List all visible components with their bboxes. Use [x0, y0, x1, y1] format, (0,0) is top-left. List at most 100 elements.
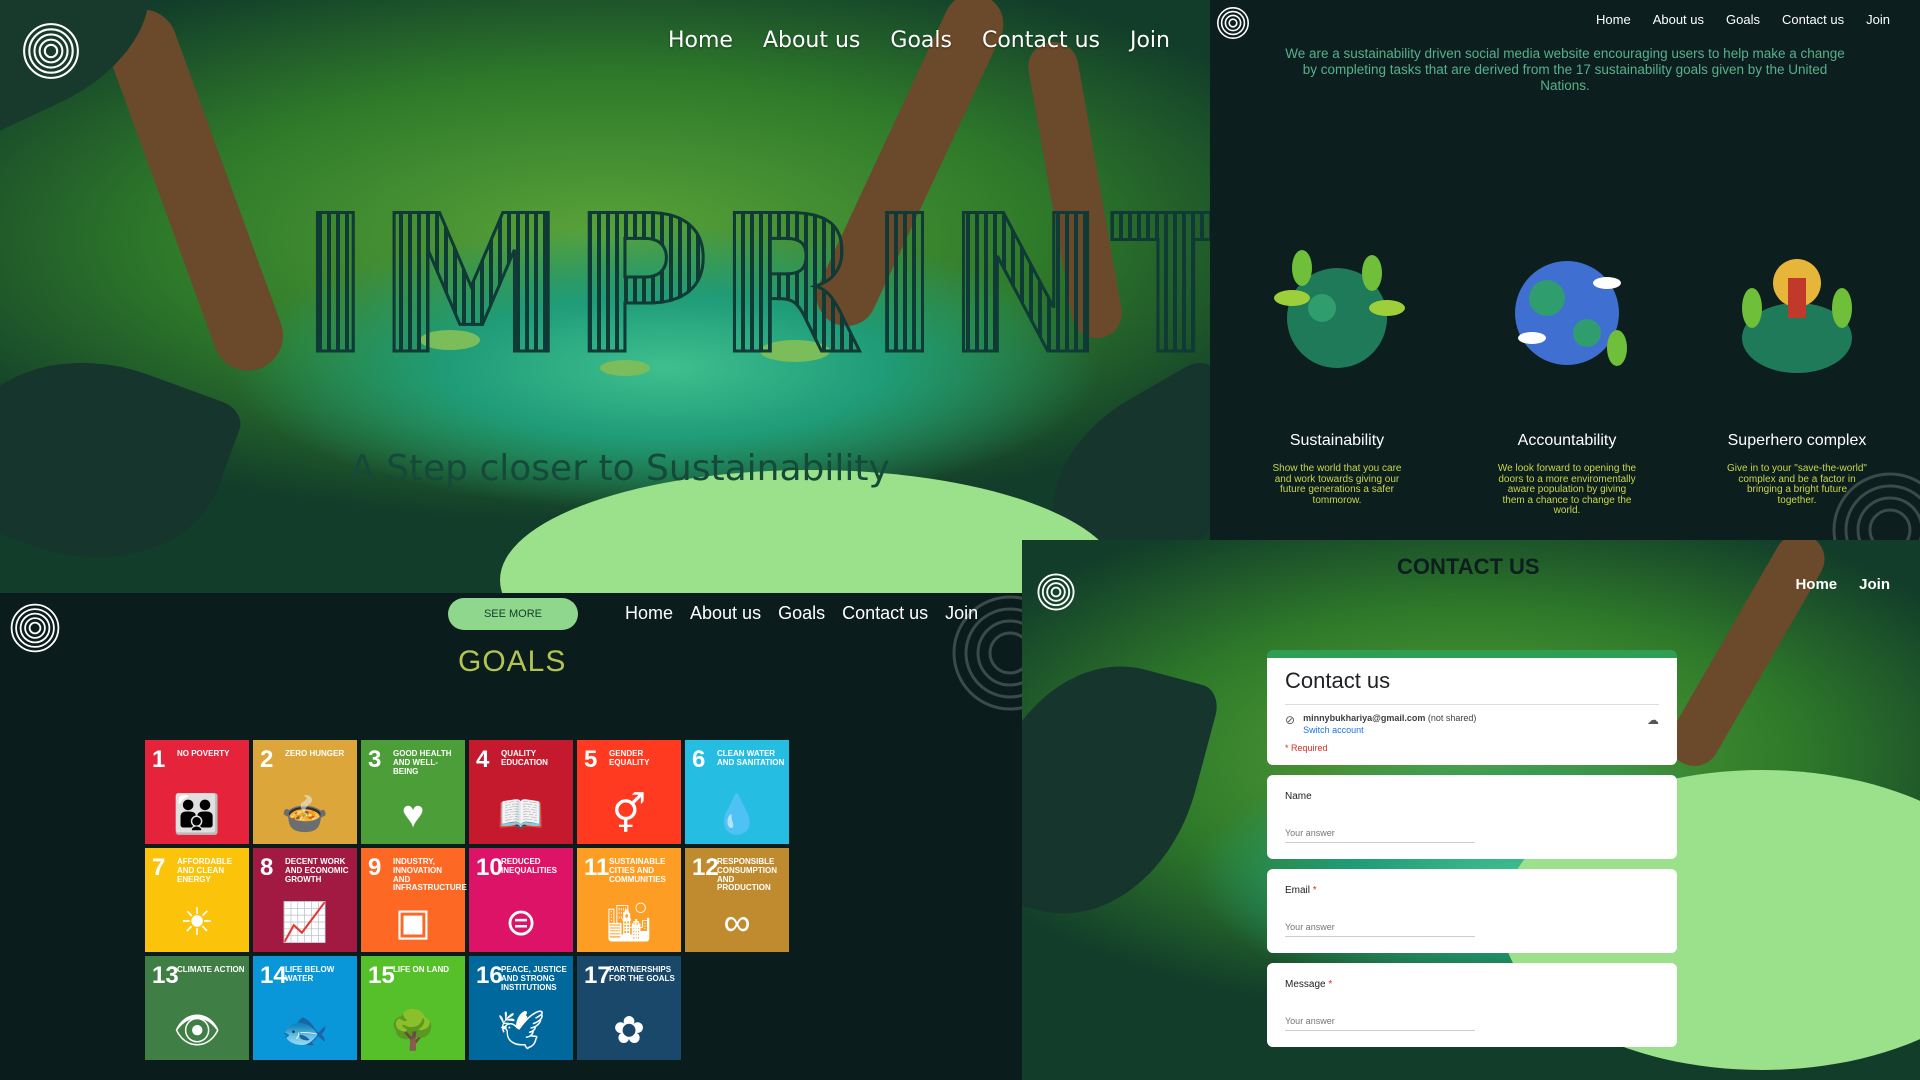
nav-home[interactable]: Home	[1596, 12, 1631, 27]
name-question-card: Name	[1267, 775, 1677, 859]
eye-off-icon: ⊘	[1285, 713, 1296, 727]
sdg-tile-17[interactable]: 17 Partnerships for the Goals ✿	[577, 956, 681, 1060]
nav-about-us[interactable]: About us	[690, 603, 761, 624]
sdg-title: Life Below Water	[285, 965, 335, 983]
account-email: minnybukhariya@gmail.com	[1303, 713, 1426, 723]
nav-contact-us[interactable]: Contact us	[982, 28, 1100, 53]
nav-contact-us[interactable]: Contact us	[1782, 12, 1844, 27]
sdg-icon: 📈	[281, 902, 329, 944]
nav-join[interactable]: Join	[1866, 12, 1890, 27]
sdg-title: Partnerships for the Goals	[609, 965, 675, 983]
fingerprint-logo-icon[interactable]	[20, 20, 82, 82]
form-title: Contact us	[1285, 668, 1391, 693]
sdg-tile-13[interactable]: 13 Climate Action 👁	[145, 956, 249, 1060]
sdg-tile-4[interactable]: 4 Quality Education 📖	[469, 740, 573, 844]
sdg-icon: 👁	[172, 1010, 222, 1052]
sdg-title: Reduced Inequalities	[501, 857, 558, 875]
sdg-number: 8	[260, 854, 274, 881]
see-more-button[interactable]: SEE MORE	[448, 598, 578, 630]
sdg-title: Sustainable Cities and Communities	[609, 857, 666, 884]
nav-join[interactable]: Join	[1130, 28, 1170, 53]
about-panel: Home About us Goals Contact us Join We a…	[1210, 0, 1920, 540]
account-row: ⊘ minnybukhariya@gmail.com (not shared) …	[1285, 704, 1659, 735]
sdg-title: Gender Equality	[609, 749, 650, 767]
sdg-icon: ∞	[723, 902, 751, 944]
sdg-number: 16	[476, 962, 503, 989]
name-field[interactable]	[1285, 828, 1475, 843]
switch-account-link[interactable]: Switch account	[1303, 725, 1476, 735]
nav-about-us[interactable]: About us	[763, 28, 860, 53]
goals-nav: Home About us Goals Contact us Join	[625, 603, 978, 624]
sdg-icon: 👪	[173, 794, 221, 836]
contact-form: Contact us ⊘ minnybukhariya@gmail.com (n…	[1267, 650, 1677, 1057]
sdg-tile-1[interactable]: 1 No Poverty 👪	[145, 740, 249, 844]
sdg-icon: 🏙	[604, 902, 654, 944]
hero-panel: Home About us Goals Contact us Join IMPR…	[0, 0, 1210, 593]
sdg-tile-14[interactable]: 14 Life Below Water 🐟	[253, 956, 357, 1060]
not-shared-label: (not shared)	[1427, 713, 1477, 723]
card-superhero-complex: Superhero complex Give in to your "save-…	[1692, 238, 1902, 517]
sdg-title: Quality Education	[501, 749, 548, 767]
card-description: Give in to your "save-the-world" complex…	[1727, 463, 1867, 506]
contact-panel: CONTACT US Home Join Contact us ⊘ minnyb…	[1022, 540, 1920, 1080]
sdg-tile-5[interactable]: 5 Gender Equality ⚥	[577, 740, 681, 844]
sdg-number: 2	[260, 746, 274, 773]
fingerprint-logo-icon[interactable]	[1214, 4, 1252, 42]
people-repairing-earth-illustration	[1492, 238, 1642, 388]
sdg-tile-6[interactable]: 6 Clean Water and Sanitation 💧	[685, 740, 789, 844]
sdg-tile-15[interactable]: 15 Life on Land 🌳	[361, 956, 465, 1060]
sdg-icon: 🌳	[389, 1010, 437, 1052]
goals-heading: GOALS	[458, 645, 567, 678]
sdg-tile-3[interactable]: 3 Good Health and Well-Being ♥	[361, 740, 465, 844]
fingerprint-logo-icon[interactable]	[8, 601, 62, 655]
sdg-icon: ☀	[179, 902, 215, 944]
nav-join[interactable]: Join	[1859, 576, 1890, 593]
sdg-number: 1	[152, 746, 166, 773]
card-description: Show the world that you care and work to…	[1272, 463, 1402, 506]
sdg-icon: ⚥	[611, 794, 647, 836]
nav-contact-us[interactable]: Contact us	[842, 603, 928, 624]
sdg-number: 5	[584, 746, 598, 773]
earth-gardening-illustration	[1262, 238, 1412, 388]
sdg-icon: 🐟	[281, 1010, 329, 1052]
nav-join[interactable]: Join	[945, 603, 978, 624]
sdg-icon: ✿	[613, 1010, 645, 1052]
sdg-tile-8[interactable]: 8 Decent Work and Economic Growth 📈	[253, 848, 357, 952]
email-field[interactable]	[1285, 922, 1475, 937]
sdg-title: Peace, Justice and Strong Institutions	[501, 965, 567, 992]
fingerprint-logo-icon[interactable]	[1034, 570, 1078, 614]
sdg-tile-12[interactable]: 12 Responsible Consumption and Production…	[685, 848, 789, 952]
nav-goals[interactable]: Goals	[1726, 12, 1760, 27]
sdg-tile-7[interactable]: 7 Affordable and Clean Energy ☀	[145, 848, 249, 952]
sdg-icon: ▣	[395, 902, 431, 944]
sdg-tile-10[interactable]: 10 Reduced Inequalities ⊜	[469, 848, 573, 952]
sdg-number: 14	[260, 962, 287, 989]
sdg-title: Zero Hunger	[285, 749, 345, 758]
tree-trunk	[97, 0, 293, 381]
sdg-tile-16[interactable]: 16 Peace, Justice and Strong Institutions…	[469, 956, 573, 1060]
sdg-icon: 📖	[497, 794, 545, 836]
sdg-icon: 🕊	[496, 1010, 546, 1052]
sdg-tile-2[interactable]: 2 Zero Hunger 🍲	[253, 740, 357, 844]
nav-about-us[interactable]: About us	[1653, 12, 1704, 27]
cloud-save-icon: ☁	[1647, 713, 1659, 727]
card-title: Superhero complex	[1727, 432, 1867, 449]
nav-home[interactable]: Home	[625, 603, 673, 624]
sdg-title: Affordable and Clean Energy	[177, 857, 233, 884]
about-nav: Home About us Goals Contact us Join	[1596, 12, 1890, 27]
hero-tagline: A Step closer to Sustainability	[350, 448, 890, 489]
message-field[interactable]	[1285, 1016, 1475, 1031]
sdg-number: 12	[692, 854, 719, 881]
nav-goals[interactable]: Goals	[778, 603, 825, 624]
value-cards: Sustainability Show the world that you c…	[1232, 238, 1902, 517]
sdg-title: No Poverty	[177, 749, 230, 758]
nav-home[interactable]: Home	[1795, 576, 1837, 593]
message-question-card: Message *	[1267, 963, 1677, 1047]
hero-nav: Home About us Goals Contact us Join	[668, 28, 1170, 53]
nav-goals[interactable]: Goals	[890, 28, 952, 53]
sdg-tile-11[interactable]: 11 Sustainable Cities and Communities 🏙	[577, 848, 681, 952]
sdg-tile-9[interactable]: 9 Industry, Innovation and Infrastructure…	[361, 848, 467, 952]
nav-home[interactable]: Home	[668, 28, 733, 53]
sdg-title: Clean Water and Sanitation	[717, 749, 785, 767]
sdg-number: 17	[584, 962, 611, 989]
